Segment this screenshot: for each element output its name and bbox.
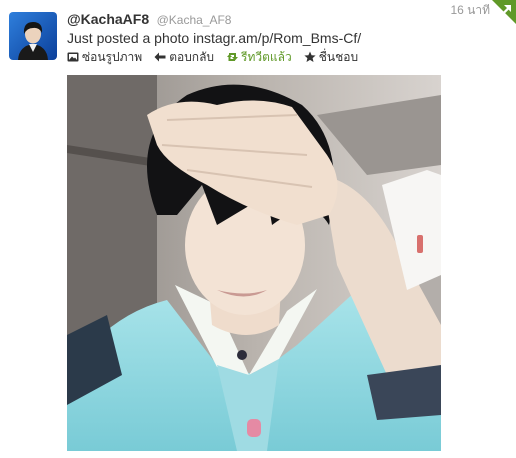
tweet-text-prefix: Just posted a photo xyxy=(67,30,194,46)
photo-icon xyxy=(67,51,79,63)
retweet-icon xyxy=(226,51,239,63)
tweet-link[interactable]: instagr.am/p/Rom_Bms-Cf/ xyxy=(193,30,361,46)
reply-label: ตอบกลับ xyxy=(169,49,215,64)
tweet-actions: ซ่อนรูปภาพ ตอบกลับ รีทวีตแล้ว ชื่นชอบ xyxy=(67,49,370,65)
retweet-corner-icon xyxy=(492,0,516,24)
avatar[interactable] xyxy=(9,12,57,60)
tweet: @KachaAF8 @Kacha_AF8 16 นาที Just posted… xyxy=(0,0,516,458)
tweet-header: @KachaAF8 @Kacha_AF8 xyxy=(67,11,506,29)
timestamp[interactable]: 16 นาที xyxy=(450,1,490,20)
tweet-text: Just posted a photo instagr.am/p/Rom_Bms… xyxy=(67,30,361,46)
star-icon xyxy=(304,51,316,63)
retweeted-label: รีทวีตแล้ว xyxy=(241,49,292,64)
tweet-photo[interactable] xyxy=(67,75,441,451)
favorite-label: ชื่นชอบ xyxy=(318,49,359,64)
user-screen-name[interactable]: @Kacha_AF8 xyxy=(157,13,232,27)
favorite-button[interactable]: ชื่นชอบ xyxy=(304,48,358,67)
retweeted-button[interactable]: รีทวีตแล้ว xyxy=(226,48,292,67)
reply-icon xyxy=(154,51,166,63)
reply-button[interactable]: ตอบกลับ xyxy=(154,48,214,67)
user-fullname[interactable]: @KachaAF8 xyxy=(67,11,149,27)
hide-photo-label: ซ่อนรูปภาพ xyxy=(82,49,143,64)
hide-photo-button[interactable]: ซ่อนรูปภาพ xyxy=(67,48,142,67)
